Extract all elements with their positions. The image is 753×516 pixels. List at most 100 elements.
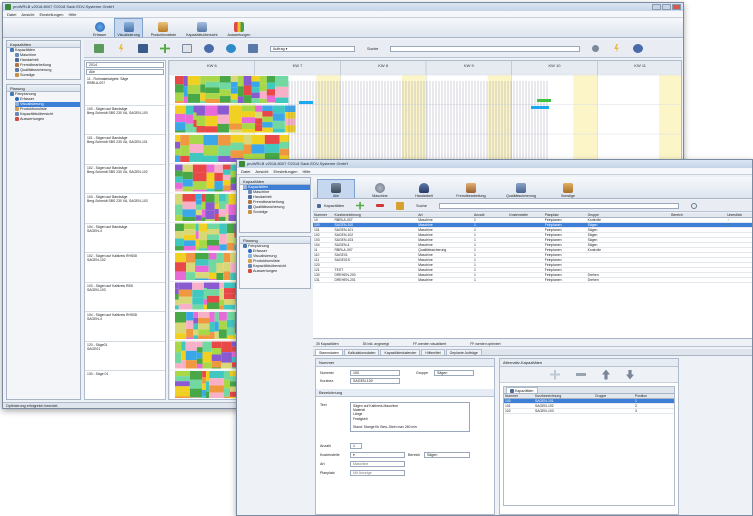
gantt-bar[interactable]	[175, 113, 186, 123]
gantt-bar[interactable]	[175, 155, 181, 162]
lock-icon[interactable]	[396, 201, 405, 210]
bereich-select[interactable]: Sägen	[424, 452, 470, 458]
gantt-bar[interactable]	[214, 204, 219, 210]
add-icon[interactable]	[356, 201, 365, 210]
gantt-bar[interactable]	[195, 199, 202, 205]
undo-icon[interactable]	[204, 44, 214, 53]
gantt-bar[interactable]	[181, 350, 186, 361]
gantt-bar[interactable]	[175, 391, 190, 397]
ribbon-handarbeit[interactable]: Handarbeit	[405, 179, 443, 198]
gantt-bar[interactable]	[175, 215, 183, 221]
gantt-bar[interactable]	[225, 194, 229, 205]
gantt-bar[interactable]	[180, 145, 190, 156]
gantt-bar[interactable]	[175, 333, 187, 339]
gantt-bar[interactable]	[195, 272, 209, 279]
search-input[interactable]	[390, 45, 581, 52]
gantt-bar[interactable]	[175, 141, 181, 149]
ribbon-produktionsliste[interactable]: Produktionsliste	[149, 18, 178, 37]
gantt-bar[interactable]	[266, 76, 276, 83]
gantt-bar[interactable]	[214, 194, 219, 200]
gantt-bar[interactable]	[206, 172, 215, 181]
gantt-bar[interactable]	[255, 131, 263, 133]
gantt-bar[interactable]	[175, 352, 182, 364]
gantt-bar[interactable]	[175, 101, 184, 103]
gantt-bar[interactable]	[192, 181, 207, 190]
gantt-bar[interactable]	[221, 352, 232, 363]
lightning-icon[interactable]	[119, 44, 124, 53]
gantt-bar[interactable]	[299, 101, 313, 104]
undo-icon-2[interactable]	[633, 44, 644, 53]
gantt-bar[interactable]	[201, 201, 206, 210]
gantt-bar[interactable]	[202, 351, 212, 363]
gantt-bar[interactable]	[208, 259, 217, 266]
gantt-bar[interactable]	[224, 304, 236, 310]
alt-column-header[interactable]: Position	[634, 394, 664, 398]
gantt-bar[interactable]	[264, 135, 280, 144]
gantt-bar[interactable]	[209, 392, 224, 398]
gantt-bar[interactable]	[209, 378, 224, 386]
gantt-bar[interactable]	[193, 112, 197, 120]
gantt-bar[interactable]	[203, 288, 207, 294]
gantt-bar[interactable]	[198, 329, 210, 336]
kostenstelle-select[interactable]: ▾	[350, 452, 405, 458]
gantt-bar[interactable]	[222, 185, 231, 191]
column-header[interactable]: Planplatz	[544, 213, 587, 217]
gantt-bar[interactable]	[214, 189, 223, 192]
optimize-icon[interactable]	[94, 44, 104, 53]
column-header[interactable]: Unendlich	[726, 213, 752, 217]
gantt-bar[interactable]	[205, 202, 215, 211]
gantt-bar[interactable]	[202, 377, 206, 384]
gantt-bar[interactable]	[175, 148, 181, 156]
gantt-bar[interactable]	[189, 397, 203, 398]
gantt-bar[interactable]	[200, 92, 206, 102]
gantt-bar[interactable]	[262, 105, 273, 112]
gantt-bar[interactable]	[218, 320, 227, 330]
gantt-bar[interactable]	[284, 125, 296, 132]
gantt-bar[interactable]	[186, 328, 194, 338]
gantt-bar[interactable]	[175, 271, 186, 280]
gantt-bar[interactable]	[266, 82, 276, 90]
filter-icon[interactable]	[248, 44, 258, 53]
gantt-bar[interactable]	[182, 171, 193, 180]
gantt-bar[interactable]	[203, 299, 207, 305]
gantt-bar[interactable]	[218, 135, 231, 146]
gantt-bar[interactable]	[203, 145, 219, 156]
nummer-field[interactable]: 100	[350, 370, 400, 376]
gantt-bar[interactable]	[175, 363, 182, 369]
planplatz-select[interactable]: Mit Anzeige	[350, 470, 405, 476]
gantt-bar[interactable]	[241, 117, 256, 124]
gantt-bar[interactable]	[226, 327, 235, 336]
gantt-bar[interactable]	[175, 396, 190, 398]
gantt-bar[interactable]	[183, 240, 196, 246]
gantt-bar[interactable]	[237, 86, 244, 97]
ribbon-maschine[interactable]: Maschine	[361, 179, 399, 198]
gantt-bar[interactable]	[219, 299, 225, 306]
ribbon-fremdbearbeitung[interactable]: Fremdbearbeitung	[449, 179, 493, 198]
gantt-bar[interactable]	[207, 245, 220, 251]
gantt-bar[interactable]	[185, 253, 196, 263]
gantt-bar[interactable]	[198, 312, 210, 318]
gantt-bar[interactable]	[204, 126, 218, 133]
gantt-bar[interactable]	[185, 105, 194, 115]
gantt-bar[interactable]	[208, 278, 217, 280]
gantt-bar[interactable]	[255, 105, 263, 112]
gantt-bar[interactable]	[196, 105, 205, 116]
gantt-bar[interactable]	[202, 396, 206, 398]
gantt-bar[interactable]	[198, 317, 210, 324]
gantt-bar[interactable]	[243, 76, 252, 86]
gantt-bar[interactable]	[272, 113, 285, 121]
gantt-bar[interactable]	[284, 118, 296, 126]
gantt-bar[interactable]	[206, 164, 215, 173]
gantt-bar[interactable]	[192, 164, 207, 173]
gantt-bar[interactable]	[251, 87, 260, 93]
ribbon-kapazitaetsuebersicht[interactable]: Kapazitätsübersicht	[184, 18, 219, 37]
gantt-bar[interactable]	[182, 216, 196, 221]
menu-hilfe[interactable]: Hilfe	[69, 11, 77, 17]
add-icon[interactable]	[160, 44, 170, 53]
gantt-bar[interactable]	[251, 144, 265, 154]
ribbon-qualitaet[interactable]: Qualitätssicherung	[499, 179, 543, 198]
gantt-bar[interactable]	[224, 288, 236, 294]
gantt-bar[interactable]	[203, 135, 219, 146]
gantt-bar[interactable]	[200, 101, 206, 103]
gantt-bar[interactable]	[178, 296, 193, 304]
